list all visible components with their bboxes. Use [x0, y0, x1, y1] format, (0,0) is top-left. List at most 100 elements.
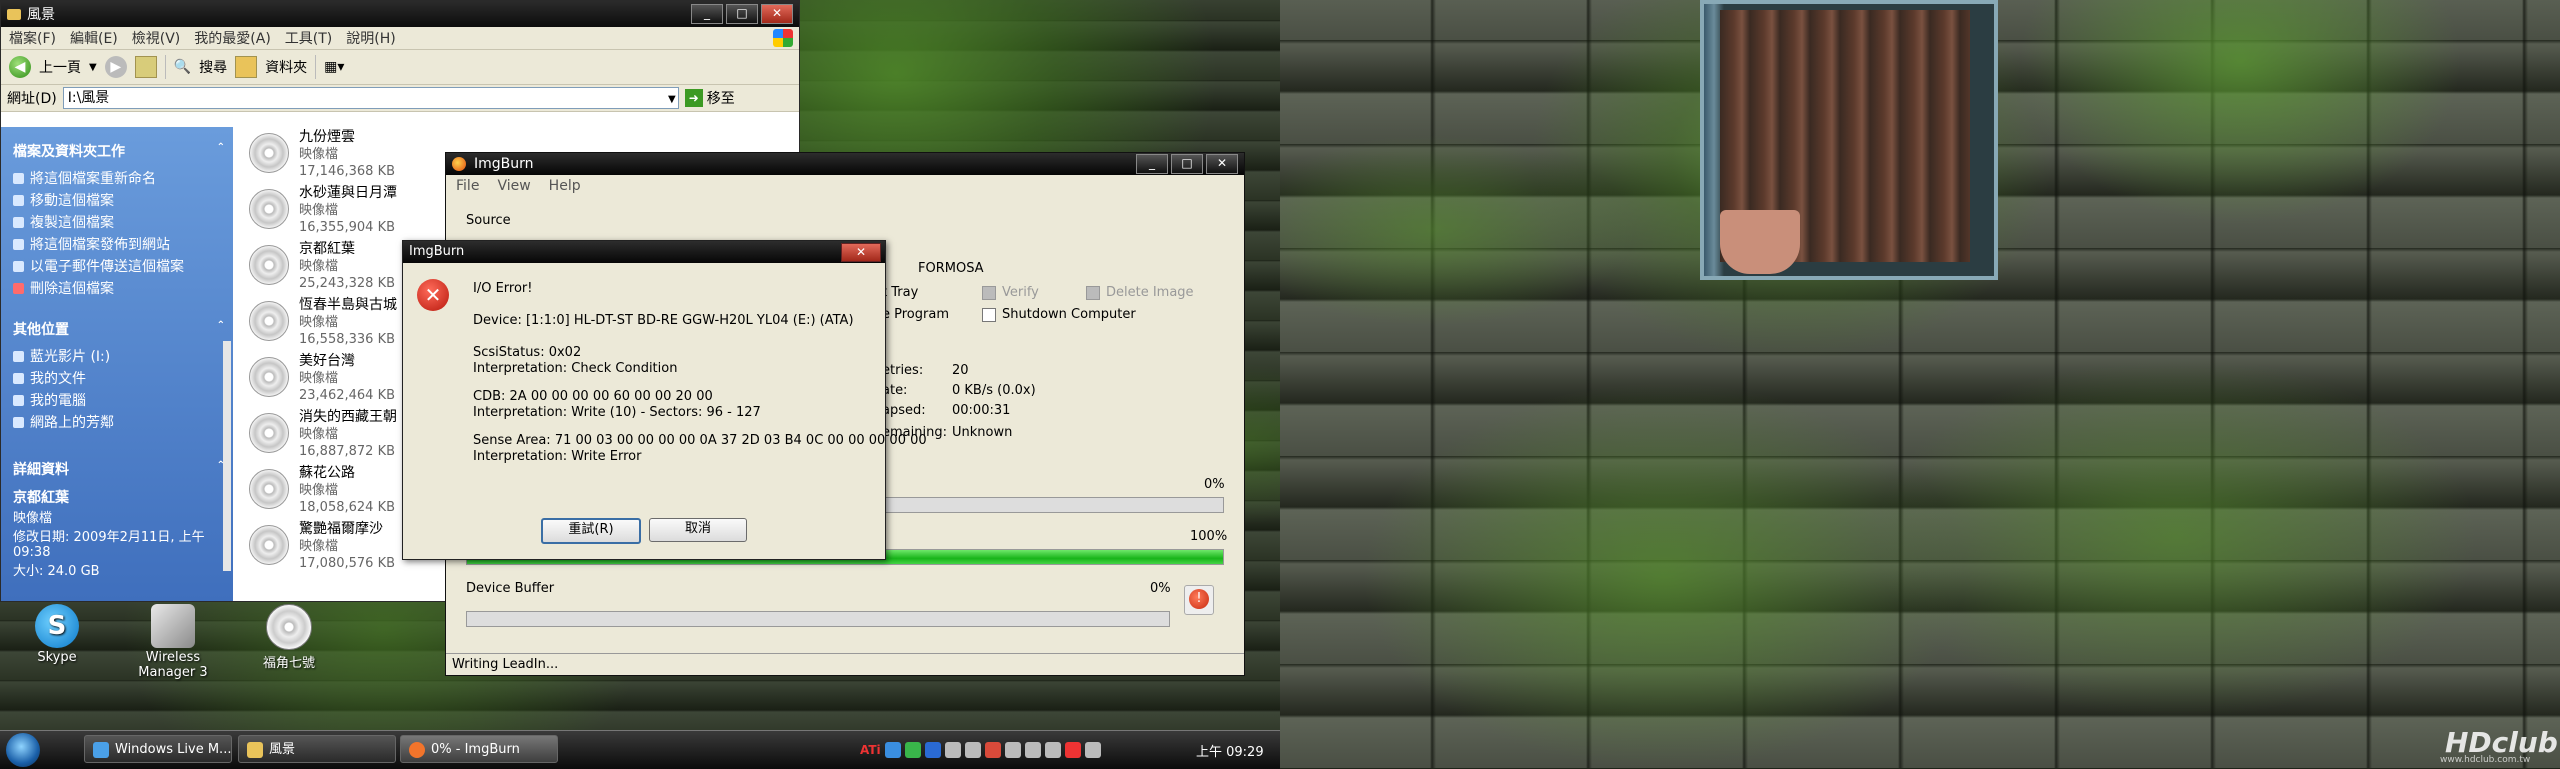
- safely-remove-tray-icon[interactable]: [1084, 742, 1101, 758]
- option-close-program[interactable]: e Program: [882, 307, 949, 322]
- address-input[interactable]: I:\風景 ▼: [62, 87, 679, 110]
- maximize-button[interactable]: □: [726, 4, 758, 24]
- disc-image-icon: [249, 469, 289, 509]
- desktop-icon-disc-image[interactable]: 福角七號: [234, 604, 344, 671]
- file-name: 恆春半島與古城: [299, 297, 397, 313]
- stat-rate-value: 0 KB/s (0.0x): [952, 383, 1036, 398]
- back-button[interactable]: 上一頁: [39, 57, 81, 77]
- update-tray-icon[interactable]: [904, 742, 921, 758]
- taskbar: Windows Live M... 風景 0% - ImgBurn ATi 上午…: [0, 730, 1280, 769]
- task-publish[interactable]: 將這個檔案發佈到網站: [1, 233, 233, 255]
- file-name: 消失的西藏王朝: [299, 409, 397, 425]
- place-my-computer[interactable]: 我的電腦: [1, 389, 233, 411]
- task-pane-scrollbar[interactable]: [223, 341, 231, 571]
- close-button[interactable]: ✕: [841, 243, 881, 262]
- menu-help[interactable]: Help: [549, 178, 581, 194]
- menu-tools[interactable]: 工具(T): [285, 28, 332, 48]
- details-header[interactable]: 詳細資料 ⌃: [1, 433, 233, 485]
- task-copy[interactable]: 複製這個檔案: [1, 211, 233, 233]
- desktop-icon-skype[interactable]: S Skype: [2, 604, 112, 665]
- power-tray-icon[interactable]: [964, 742, 981, 758]
- taskbar-button-label: 風景: [269, 742, 296, 757]
- disc-image-icon: [249, 189, 289, 229]
- place-network[interactable]: 網路上的芳鄰: [1, 411, 233, 433]
- file-item[interactable]: 美好台灣 映像檔 23,462,464 KB: [249, 353, 395, 407]
- file-item[interactable]: 恆春半島與古城 映像檔 16,558,336 KB: [249, 297, 397, 351]
- address-value: I:\風景: [67, 90, 110, 106]
- search-button[interactable]: 搜尋: [199, 57, 227, 77]
- address-dropdown-icon[interactable]: ▼: [668, 90, 676, 110]
- task-rename[interactable]: 將這個檔案重新命名: [1, 167, 233, 189]
- network-tray-icon[interactable]: [884, 742, 901, 758]
- file-type: 映像檔: [299, 315, 339, 330]
- file-item[interactable]: 消失的西藏王朝 映像檔 16,887,872 KB: [249, 409, 397, 463]
- file-tasks-header[interactable]: 檔案及資料夾工作 ⌃: [1, 127, 233, 167]
- up-folder-icon[interactable]: [134, 56, 157, 78]
- wireless-tray-icon[interactable]: [1004, 742, 1021, 758]
- start-button[interactable]: [6, 733, 40, 767]
- maximize-button[interactable]: □: [1171, 154, 1203, 174]
- display-tray-icon[interactable]: [1044, 742, 1061, 758]
- go-button[interactable]: ➜ 移至: [684, 88, 735, 108]
- back-dropdown-icon[interactable]: ▼: [89, 62, 97, 73]
- checkbox[interactable]: [982, 307, 996, 322]
- menu-favorites[interactable]: 我的最愛(A): [194, 28, 271, 48]
- antivirus-tray-icon[interactable]: [1064, 742, 1081, 758]
- close-button[interactable]: ✕: [1206, 154, 1238, 174]
- forward-arrow-icon[interactable]: ▶: [104, 56, 127, 78]
- minimize-button[interactable]: _: [691, 4, 723, 24]
- error-dialog-title-bar[interactable]: ImgBurn ✕: [403, 241, 885, 263]
- taskbar-clock[interactable]: 上午 09:29: [1196, 741, 1264, 760]
- file-item[interactable]: 蘇花公路 映像檔 18,058,624 KB: [249, 465, 395, 519]
- desktop-icon-wireless-manager[interactable]: Wireless Manager 3: [118, 604, 228, 680]
- imgburn-title-bar[interactable]: ImgBurn _ □ ✕: [446, 153, 1244, 175]
- file-name: 蘇花公路: [299, 465, 355, 481]
- retry-button[interactable]: 重試(R): [541, 518, 641, 544]
- place-bluray-drive[interactable]: 藍光影片 (I:): [1, 345, 233, 367]
- option-shutdown[interactable]: Shutdown Computer: [982, 307, 1136, 322]
- menu-file[interactable]: 檔案(F): [9, 28, 56, 48]
- system-tray: ATi: [860, 735, 1101, 765]
- collapse-chevron-icon[interactable]: ⌃: [217, 320, 225, 331]
- task-delete[interactable]: 刪除這個檔案: [1, 277, 233, 299]
- windows-live-icon: [93, 742, 109, 758]
- folders-icon[interactable]: [235, 56, 258, 78]
- place-label: 我的電腦: [30, 393, 86, 409]
- search-icon[interactable]: 🔍: [174, 59, 191, 75]
- folders-button[interactable]: 資料夾: [265, 57, 307, 77]
- file-type: 映像檔: [299, 259, 339, 274]
- taskbar-button-windows-live[interactable]: Windows Live M...: [84, 735, 232, 763]
- printer-tray-icon[interactable]: [1024, 742, 1041, 758]
- place-my-documents[interactable]: 我的文件: [1, 367, 233, 389]
- file-name: 驚艷福爾摩沙: [299, 521, 383, 537]
- cancel-button[interactable]: 取消: [649, 518, 747, 542]
- menu-help[interactable]: 說明(H): [346, 28, 395, 48]
- collapse-chevron-icon[interactable]: ⌃: [217, 142, 225, 153]
- bluetooth-tray-icon[interactable]: [924, 742, 941, 758]
- other-places-header[interactable]: 其他位置 ⌃: [1, 299, 233, 345]
- minimize-button[interactable]: _: [1136, 154, 1168, 174]
- ati-tray-icon[interactable]: ATi: [860, 743, 881, 757]
- taskbar-button-explorer[interactable]: 風景: [238, 735, 396, 763]
- menu-edit[interactable]: 編輯(E): [70, 28, 118, 48]
- taskbar-button-imgburn[interactable]: 0% - ImgBurn: [400, 735, 558, 763]
- disc-image-icon: [249, 413, 289, 453]
- task-move[interactable]: 移動這個檔案: [1, 189, 233, 211]
- menu-view[interactable]: 檢視(V): [132, 28, 181, 48]
- menu-view[interactable]: View: [497, 178, 530, 194]
- file-item[interactable]: 水砂蓮與日月潭 映像檔 16,355,904 KB: [249, 185, 397, 239]
- file-item[interactable]: 九份煙雲 映像檔 17,146,368 KB: [249, 129, 395, 183]
- option-eject-tray[interactable]: t Tray: [882, 285, 918, 300]
- task-email[interactable]: 以電子郵件傳送這個檔案: [1, 255, 233, 277]
- security-tray-icon[interactable]: [984, 742, 1001, 758]
- file-item[interactable]: 京都紅葉 映像檔 25,243,328 KB: [249, 241, 395, 295]
- views-icon[interactable]: ▦▾: [324, 59, 344, 75]
- desktop-icon-label: Wireless Manager 3: [138, 650, 208, 680]
- close-button[interactable]: ✕: [761, 4, 793, 24]
- abort-button[interactable]: !: [1184, 585, 1214, 615]
- file-item[interactable]: 驚艷福爾摩沙 映像檔 17,080,576 KB: [249, 521, 395, 575]
- back-arrow-icon[interactable]: ◀: [9, 56, 31, 78]
- menu-file[interactable]: File: [456, 178, 479, 194]
- volume-tray-icon[interactable]: [944, 742, 961, 758]
- explorer-title-bar[interactable]: 風景 _ □ ✕: [1, 1, 799, 27]
